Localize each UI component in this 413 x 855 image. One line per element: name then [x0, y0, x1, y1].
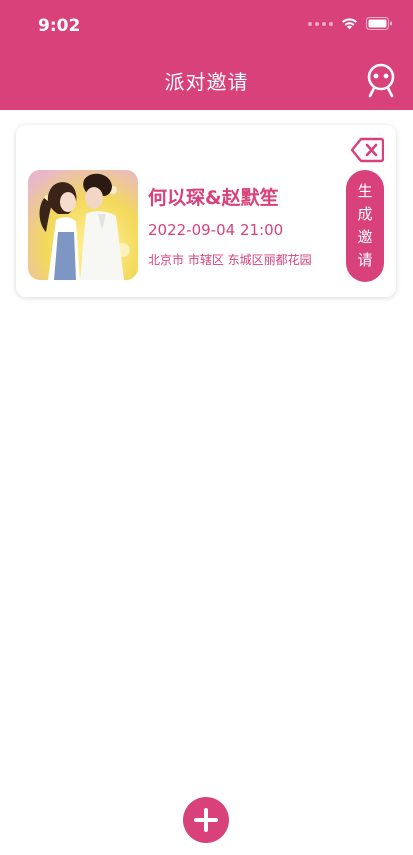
- generate-button-char: 生: [357, 182, 373, 200]
- robot-face-icon[interactable]: [364, 62, 398, 98]
- couple-names: 何以琛&赵默笙: [148, 187, 279, 209]
- app-header: 9:02 派对邀请: [0, 0, 413, 110]
- wifi-icon: [342, 18, 357, 30]
- page-title: 派对邀请: [164, 70, 249, 94]
- status-icons: [308, 17, 393, 30]
- generate-button-char: 邀: [357, 228, 373, 246]
- plus-icon: [194, 808, 218, 832]
- signal-icon: [308, 21, 333, 26]
- generate-invitation-button[interactable]: 生 成 邀 请: [346, 170, 384, 282]
- generate-button-char: 成: [357, 205, 373, 223]
- backspace-icon[interactable]: [350, 137, 384, 163]
- event-datetime: 2022-09-04 21:00: [148, 221, 284, 239]
- event-address: 北京市 市辖区 东城区丽都花园: [148, 253, 312, 267]
- add-invitation-button[interactable]: [183, 797, 229, 843]
- status-bar: 9:02: [0, 0, 413, 50]
- status-time: 9:02: [38, 16, 81, 36]
- battery-icon: [366, 17, 392, 30]
- generate-button-char: 请: [357, 251, 373, 269]
- invitation-card[interactable]: 何以琛&赵默笙 2022-09-04 21:00 北京市 市辖区 东城区丽都花园…: [16, 125, 396, 297]
- couple-photo: [28, 170, 138, 280]
